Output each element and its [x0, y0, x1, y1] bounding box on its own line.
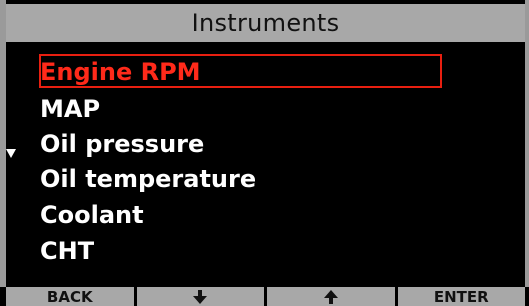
softkey-bar: BACK ENTER	[0, 287, 529, 306]
list-item-coolant[interactable]: Coolant	[40, 198, 144, 232]
list-item-oil-pressure[interactable]: Oil pressure	[40, 127, 204, 161]
list-item-oil-temperature[interactable]: Oil temperature	[40, 162, 256, 196]
instrument-screen: Instruments Engine RPM MAP Oil pressure …	[0, 0, 529, 306]
enter-button[interactable]: ENTER	[397, 287, 525, 306]
list-item-cht[interactable]: CHT	[40, 234, 94, 268]
list-item-engine-rpm[interactable]: Engine RPM	[40, 55, 201, 89]
scroll-up-button[interactable]	[267, 287, 395, 306]
page-title: Instruments	[191, 9, 340, 37]
instrument-list: Engine RPM MAP Oil pressure Oil temperat…	[6, 50, 525, 272]
list-item-map[interactable]: MAP	[40, 92, 100, 126]
bezel-right-edge	[525, 0, 529, 306]
arrow-down-icon	[193, 289, 208, 304]
scroll-down-button[interactable]	[136, 287, 264, 306]
arrow-up-icon	[323, 289, 338, 304]
back-button[interactable]: BACK	[6, 287, 134, 306]
title-bar: Instruments	[6, 4, 525, 42]
triangle-down-icon	[6, 149, 16, 158]
